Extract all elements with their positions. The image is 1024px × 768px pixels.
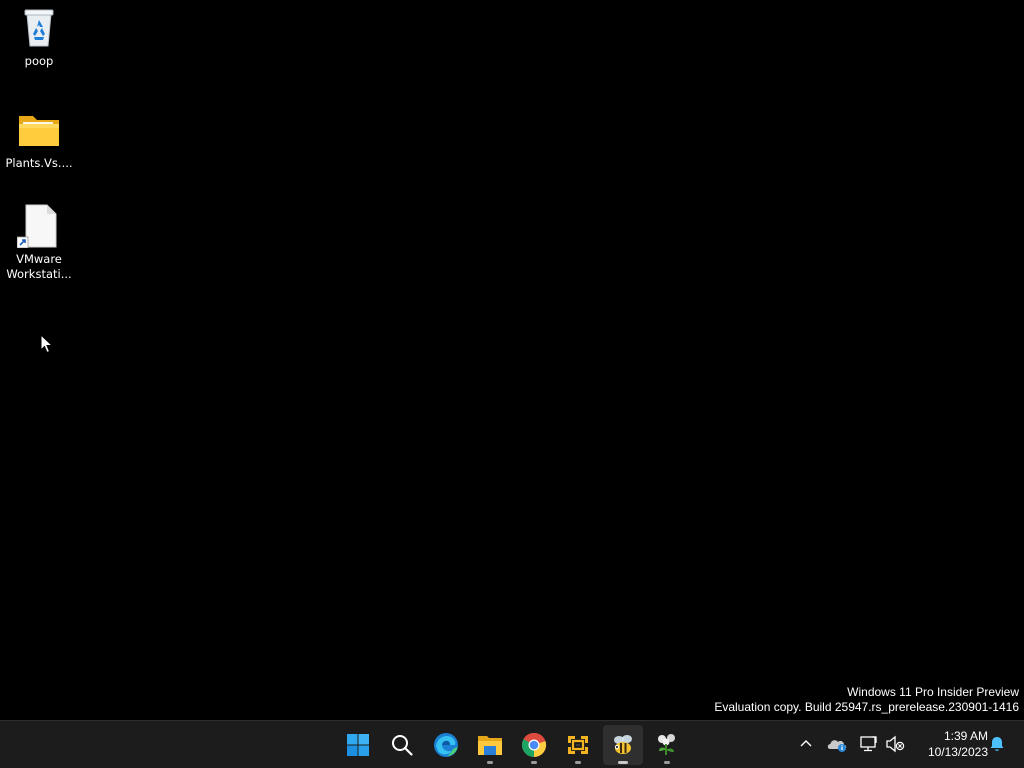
desktop-icon-label: Plants.Vs....	[5, 156, 73, 170]
taskbar-edge[interactable]	[426, 725, 466, 765]
running-indicator	[487, 761, 493, 764]
mouse-pointer-icon	[40, 333, 54, 354]
search-button[interactable]	[382, 725, 422, 765]
start-button[interactable]	[338, 725, 378, 765]
network-icon	[860, 736, 877, 752]
running-indicator	[664, 761, 670, 764]
clock-time: 1:39 AM	[943, 729, 988, 743]
show-hidden-icons-button[interactable]	[795, 733, 817, 755]
search-icon	[392, 735, 413, 756]
running-indicator	[575, 761, 581, 764]
chevron-up-icon	[800, 740, 812, 747]
taskbar-clock[interactable]: 1:39 AM 10/13/2023	[912, 728, 988, 760]
onedrive-tray-button[interactable]	[826, 733, 848, 755]
taskbar[interactable]: 1:39 AM 10/13/2023	[0, 720, 1024, 768]
taskbar-file-explorer[interactable]	[470, 725, 510, 765]
vmware-icon	[568, 736, 588, 754]
network-tray-button[interactable]	[858, 733, 880, 755]
desktop-icon-plants-folder[interactable]: Plants.Vs....	[3, 108, 75, 171]
desktop-icon-label: poop	[24, 54, 54, 68]
watermark-line-2: Evaluation copy. Build 25947.rs_prerelea…	[714, 700, 1019, 714]
taskbar-plants-vs-zombies-2[interactable]	[647, 725, 687, 765]
folder-icon	[17, 108, 61, 152]
volume-tray-button[interactable]	[884, 733, 906, 755]
running-indicator	[618, 761, 628, 764]
pvz-plant-icon	[658, 734, 675, 755]
desktop[interactable]: poop Plants.Vs.... VMware Workstati... W…	[0, 0, 1024, 720]
desktop-icon-vmware-shortcut[interactable]: VMware Workstati...	[3, 204, 75, 282]
onedrive-icon	[827, 740, 847, 752]
clock-date: 10/13/2023	[927, 745, 988, 759]
taskbar-chrome[interactable]	[514, 725, 554, 765]
edge-icon	[434, 733, 458, 757]
desktop-icon-label: VMware Workstati...	[6, 252, 72, 281]
running-indicator	[531, 761, 537, 764]
file-explorer-icon	[478, 736, 502, 755]
notification-center-button[interactable]	[986, 733, 1008, 755]
chrome-icon	[521, 732, 547, 758]
shortcut-file-icon	[16, 204, 61, 249]
volume-muted-icon	[886, 735, 905, 753]
taskbar-plants-vs-zombies[interactable]	[603, 725, 643, 765]
windows-start-icon	[347, 734, 369, 756]
taskbar-vmware[interactable]	[558, 725, 598, 765]
windows-evaluation-watermark: Windows 11 Pro Insider Preview Evaluatio…	[714, 685, 1019, 715]
recycle-bin-icon	[17, 6, 61, 50]
desktop-icon-recycle-bin[interactable]: poop	[3, 6, 75, 69]
pvz-bee-icon	[614, 735, 632, 754]
watermark-line-1: Windows 11 Pro Insider Preview	[847, 685, 1019, 699]
notification-bell-icon	[990, 737, 1004, 751]
